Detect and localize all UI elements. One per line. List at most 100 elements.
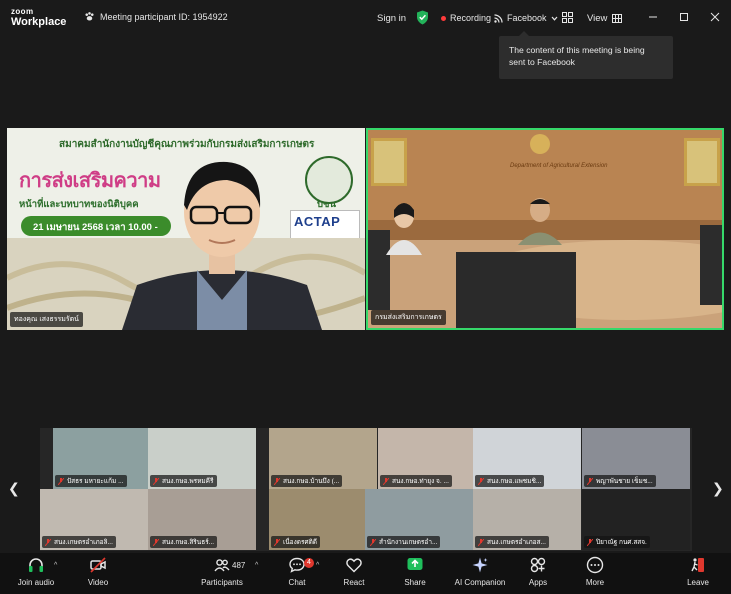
chat-unread-badge: 4: [304, 558, 314, 568]
recording-indicator[interactable]: Recording: [441, 13, 491, 23]
mic-muted-icon: [478, 538, 484, 546]
broadcast-icon: [494, 13, 503, 23]
participant-name: สนง.กษอ.แพชมชิ...: [487, 478, 542, 485]
chat-options-chevron-icon[interactable]: ^: [316, 562, 319, 569]
gallery-tile[interactable]: พญาพันชาย เข็มช...: [582, 428, 690, 489]
sparkle-icon: [472, 557, 488, 573]
participants-options-chevron-icon[interactable]: ^: [255, 562, 258, 569]
gallery-tile[interactable]: สนง.กษอ.แพชมชิ...: [473, 428, 581, 489]
gallery-tile[interactable]: สนง.กษอ.บ้านบึง (...: [269, 428, 377, 489]
meeting-info[interactable]: Meeting participant ID: 1954922: [84, 11, 228, 22]
close-icon[interactable]: [708, 10, 722, 24]
participants-icon: [214, 559, 230, 572]
leave-label: Leave: [687, 578, 709, 587]
view-button[interactable]: View: [587, 13, 623, 24]
sign-in-link[interactable]: Sign in: [377, 13, 406, 24]
gallery-tile[interactable]: สนง.กษอ.ท่ายุง จ. ...: [378, 428, 486, 489]
heart-icon: [346, 558, 362, 573]
participant-name-tag: สนง.เกษตรอำเภอลิ...: [42, 536, 116, 548]
paw-icon: [85, 12, 94, 21]
leave-icon: [691, 558, 704, 572]
mic-muted-icon: [478, 477, 484, 485]
apps-button[interactable]: Apps: [508, 556, 568, 587]
participants-label: Participants: [201, 578, 243, 587]
gallery-tile[interactable]: ปิยาณัฐ กนศ.สสจ.: [582, 489, 690, 550]
shield-icon[interactable]: [416, 10, 429, 25]
participant-name-tag: สนง.เกษตรอำเภอส...: [475, 536, 549, 548]
gallery-tile[interactable]: สำนักงานเกษตรอำ...: [365, 489, 473, 550]
meeting-room-scene: [368, 130, 722, 328]
audio-options-chevron-icon[interactable]: ^: [54, 562, 57, 569]
ai-companion-button[interactable]: AI Companion: [450, 556, 510, 587]
mic-muted-icon: [153, 538, 159, 546]
participant-name: ปิยาณัฐ กนศ.สสจ.: [596, 539, 647, 546]
meeting-toolbar: Join audio ^ Video Participants 487 ^ Ch…: [0, 553, 731, 594]
gallery-tile[interactable]: สนง.เกษตรอำเภอส...: [473, 489, 581, 550]
mic-muted-icon: [153, 477, 159, 485]
chat-button[interactable]: Chat: [267, 556, 327, 587]
video-label: Video: [87, 578, 109, 587]
gallery-tile[interactable]: สนง.กษอ.พรหมคีรี: [148, 428, 256, 489]
gallery-tile[interactable]: สนง.กษอ.สิรินธร์...: [148, 489, 256, 550]
chat-icon: [289, 557, 305, 573]
join-audio-button[interactable]: Join audio: [6, 556, 66, 587]
more-icon: [586, 556, 604, 574]
livestream-tooltip: The content of this meeting is being sen…: [499, 31, 673, 79]
maximize-icon[interactable]: [677, 10, 691, 24]
mic-muted-icon: [587, 477, 593, 485]
apps-label: Apps: [528, 578, 548, 587]
participant-name-tag: ทองคุณ เสงธรรมรัตน์: [10, 312, 83, 327]
gallery-strip: ปัสธร มหายะแก้ม ... สนง.กษอ.พรหมคีรี สนง…: [40, 428, 692, 551]
minimize-icon[interactable]: [646, 10, 660, 24]
participant-name-tag: สำนักงานเกษตรอำ...: [367, 536, 441, 548]
gallery-tile[interactable]: ปัสธร มหายะแก้ม ...: [53, 428, 161, 489]
participant-name-tag: กรมส่งเสริมการเกษตร: [371, 310, 446, 325]
royal-portrait-right: [684, 138, 720, 186]
react-label: React: [343, 578, 365, 587]
grid-icon[interactable]: [562, 12, 573, 23]
video-off-icon: [90, 557, 106, 573]
participant-name: สนง.กษอ.สิรินธร์...: [162, 539, 215, 546]
livestream-facebook-button[interactable]: Facebook: [494, 13, 558, 23]
gallery-prev-arrow[interactable]: ❮: [8, 480, 20, 497]
participant-name: ปัสธร มหายะแก้ม ...: [67, 478, 124, 485]
mic-muted-icon: [274, 477, 280, 485]
zoom-logo: zoom Workplace: [11, 8, 66, 28]
speaker-figure: [122, 161, 322, 330]
gallery-view-icon: [612, 14, 623, 23]
share-button[interactable]: Share: [385, 556, 445, 587]
logo-zoom: zoom: [11, 7, 34, 16]
gallery-tile[interactable]: สนง.เกษตรอำเภอลิ...: [40, 489, 148, 550]
mic-muted-icon: [383, 477, 389, 485]
leave-button[interactable]: Leave: [668, 556, 728, 587]
more-button[interactable]: More: [565, 556, 625, 587]
participant-name: ทองคุณ เสงธรรมรัตน์: [14, 316, 79, 323]
participant-name-tag: ปัสธร มหายะแก้ม ...: [55, 475, 127, 487]
participant-name: สนง.กษอ.ท่ายุง จ. ...: [392, 478, 449, 485]
share-label: Share: [404, 578, 426, 587]
participants-count: 487: [232, 561, 246, 570]
participant-name: สนง.กษอ.บ้านบึง (...: [283, 478, 340, 485]
mic-muted-icon: [587, 538, 593, 546]
participant-name-tag: สนง.กษอ.ท่ายุง จ. ...: [380, 475, 452, 487]
gallery-next-arrow[interactable]: ❯: [712, 480, 724, 497]
react-button[interactable]: React: [324, 556, 384, 587]
join-audio-label: Join audio: [17, 578, 55, 587]
participant-name-tag: พญาพันชาย เข็มช...: [584, 475, 656, 487]
participant-name-tag: ปิยาณัฐ กนศ.สสจ.: [584, 536, 650, 548]
ai-companion-label: AI Companion: [454, 578, 506, 587]
video-tile-presenter[interactable]: สมาคมสำนักงานบัญชีคุณภาพร่วมกับกรมส่งเสร…: [7, 128, 365, 330]
facebook-label: Facebook: [507, 13, 547, 23]
more-label: More: [585, 578, 605, 587]
video-tile-active-speaker[interactable]: Department of Agricultural Extension กรม…: [366, 128, 724, 330]
chat-label: Chat: [288, 578, 306, 587]
video-button[interactable]: Video: [68, 556, 128, 587]
gallery-tile[interactable]: เนื่องดรศติดี: [269, 489, 377, 550]
participant-name: สนง.เกษตรอำเภอลิ...: [54, 539, 113, 546]
participant-name: กรมส่งเสริมการเกษตร: [375, 314, 442, 321]
participant-name-tag: เนื่องดรศติดี: [271, 536, 321, 548]
participant-name: พญาพันชาย เข็มช...: [596, 478, 653, 485]
view-label: View: [587, 13, 608, 24]
participant-name: สนง.กษอ.พรหมคีรี: [162, 478, 214, 485]
headphones-icon: [29, 558, 43, 572]
